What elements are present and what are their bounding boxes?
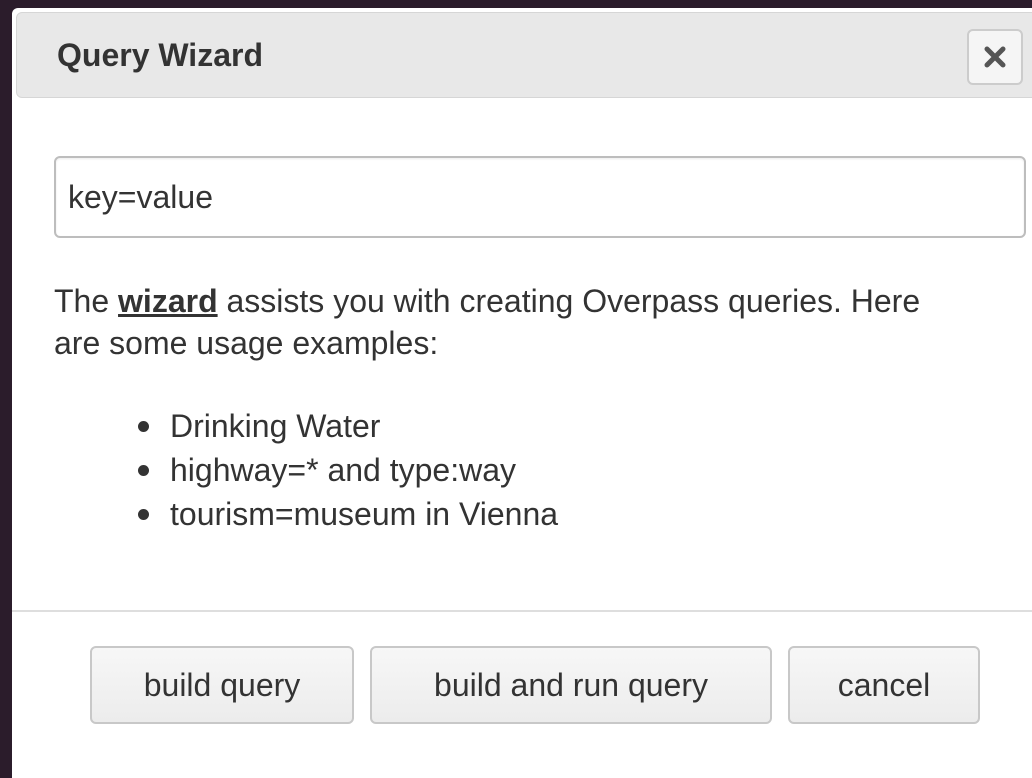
- close-x-icon: [983, 45, 1007, 69]
- footer-divider: [12, 610, 1032, 612]
- close-button[interactable]: [967, 29, 1023, 85]
- build-query-button[interactable]: build query: [90, 646, 354, 724]
- wizard-description: The wizard assists you with creating Ove…: [54, 280, 954, 364]
- example-item[interactable]: tourism=museum in Vienna: [130, 492, 558, 536]
- bullet-icon: [138, 465, 149, 476]
- example-text: tourism=museum in Vienna: [170, 496, 559, 532]
- cancel-button[interactable]: cancel: [788, 646, 980, 724]
- wizard-link[interactable]: wizard: [118, 283, 218, 319]
- example-text: Drinking Water: [170, 408, 381, 444]
- build-and-run-query-button[interactable]: build and run query: [370, 646, 772, 724]
- bullet-icon: [138, 509, 149, 520]
- example-item[interactable]: highway=* and type:way: [130, 448, 558, 492]
- dialog-title: Query Wizard: [57, 37, 263, 73]
- dialog-titlebar: Query Wizard: [16, 12, 1032, 98]
- usage-examples-list: Drinking Water highway=* and type:way to…: [130, 404, 558, 536]
- query-input[interactable]: [54, 156, 1026, 238]
- example-text: highway=* and type:way: [170, 452, 516, 488]
- description-prefix: The: [54, 283, 119, 319]
- example-item[interactable]: Drinking Water: [130, 404, 558, 448]
- bullet-icon: [138, 421, 149, 432]
- query-wizard-dialog: Query Wizard The wizard assists you with…: [12, 8, 1032, 778]
